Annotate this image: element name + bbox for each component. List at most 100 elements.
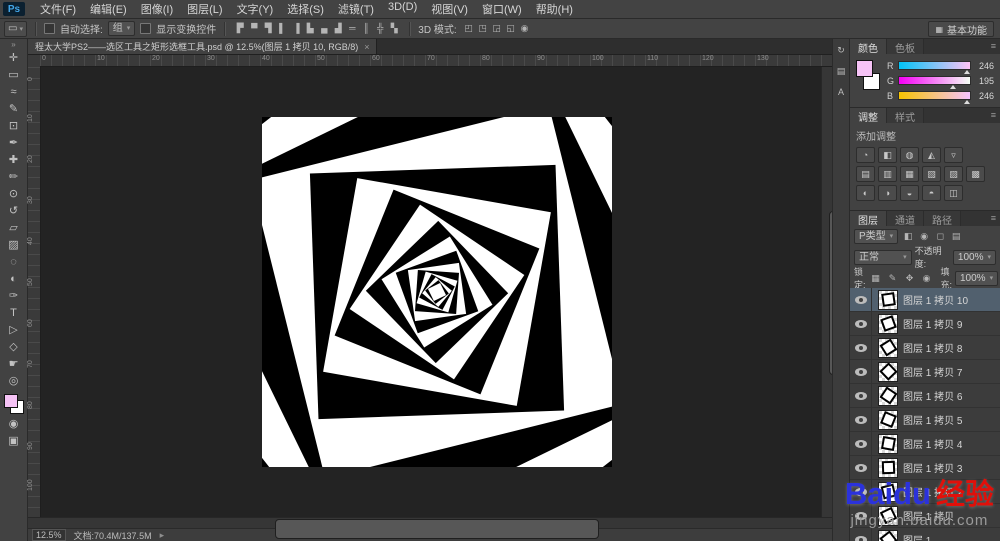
- menu-item[interactable]: 图像(I): [134, 1, 180, 17]
- align-button-icon[interactable]: ▀: [247, 21, 261, 36]
- eye-icon[interactable]: [854, 295, 867, 304]
- fill-field[interactable]: 100% ▾: [955, 270, 999, 286]
- visibility-cell[interactable]: [850, 336, 872, 359]
- layer-row[interactable]: 图层 1 拷贝 6: [850, 384, 1000, 408]
- tab-adjustments[interactable]: 调整: [850, 108, 887, 124]
- dodge-tool[interactable]: ◐: [0, 271, 27, 288]
- layer-filter-icon[interactable]: ▤: [949, 229, 963, 244]
- panel-menu-icon[interactable]: ≡: [991, 110, 996, 120]
- visibility-cell[interactable]: [850, 360, 872, 383]
- channel-slider[interactable]: [898, 61, 971, 74]
- layer-thumbnail[interactable]: [878, 433, 898, 454]
- visibility-cell[interactable]: [850, 528, 872, 541]
- align-button-icon[interactable]: ╬: [373, 21, 387, 36]
- adjustment-icon[interactable]: ◑: [878, 185, 897, 201]
- lasso-tool[interactable]: ≈: [0, 84, 27, 101]
- quick-mask-button[interactable]: ◉: [0, 416, 27, 433]
- eye-icon[interactable]: [854, 367, 867, 376]
- adjustment-icon[interactable]: ◫: [944, 185, 963, 201]
- layer-thumbnail[interactable]: [878, 457, 898, 478]
- eye-icon[interactable]: [854, 319, 867, 328]
- eye-icon[interactable]: [854, 439, 867, 448]
- layer-thumbnail[interactable]: [878, 289, 898, 310]
- clone-stamp-tool[interactable]: ⊙: [0, 186, 27, 203]
- tool-preset-picker[interactable]: ▭ ▾: [4, 20, 27, 37]
- zoom-level-field[interactable]: 12.5%: [32, 529, 66, 541]
- tab-paths[interactable]: 路径: [924, 211, 961, 227]
- menu-item[interactable]: 3D(D): [381, 1, 424, 17]
- tab-styles[interactable]: 样式: [887, 108, 924, 124]
- layer-row[interactable]: 图层 1 拷贝 7: [850, 360, 1000, 384]
- mode-button-icon[interactable]: ◳: [476, 21, 490, 36]
- panel-menu-icon[interactable]: ≡: [991, 213, 996, 223]
- status-arrow-icon[interactable]: ▸: [160, 530, 165, 541]
- collapsed-properties-panel-icon[interactable]: ▤: [837, 66, 846, 77]
- layer-thumbnail[interactable]: [878, 385, 898, 406]
- layer-row[interactable]: 图层 1 拷贝 9: [850, 312, 1000, 336]
- move-tool[interactable]: ✛: [0, 50, 27, 67]
- visibility-cell[interactable]: [850, 432, 872, 455]
- align-button-icon[interactable]: ▄: [317, 21, 331, 36]
- hand-tool[interactable]: ☛: [0, 356, 27, 373]
- crop-tool[interactable]: ⊡: [0, 118, 27, 135]
- filter-kind-dropdown[interactable]: P类型 ▾: [854, 228, 899, 244]
- artboard[interactable]: [41, 67, 832, 517]
- layer-thumbnail[interactable]: [878, 361, 898, 382]
- opacity-field[interactable]: 100% ▾: [952, 249, 996, 265]
- foreground-color-swatch[interactable]: [856, 60, 873, 77]
- mode-button-icon[interactable]: ◲: [490, 21, 504, 36]
- adjustment-icon[interactable]: ◧: [878, 147, 897, 163]
- zoom-tool[interactable]: ◎: [0, 373, 27, 390]
- tab-color[interactable]: 颜色: [850, 39, 887, 55]
- marquee-tool[interactable]: ▭: [0, 67, 27, 84]
- layer-thumbnail[interactable]: [878, 409, 898, 430]
- vertical-scrollbar[interactable]: [821, 67, 832, 517]
- menu-item[interactable]: 选择(S): [280, 1, 331, 17]
- layer-row[interactable]: 图层 1: [850, 528, 1000, 541]
- workspace-switcher-button[interactable]: ▦ 基本功能: [928, 21, 994, 37]
- menu-item[interactable]: 编辑(E): [83, 1, 134, 17]
- show-transform-checkbox[interactable]: [140, 23, 152, 34]
- foreground-color-swatch[interactable]: [3, 394, 18, 408]
- close-tab-icon[interactable]: ×: [364, 42, 369, 52]
- adjustment-icon[interactable]: ◍: [900, 147, 919, 163]
- collapsed-history-panel-icon[interactable]: ↻: [837, 45, 845, 56]
- horizontal-scrollbar[interactable]: [28, 517, 832, 539]
- color-panel-swatches[interactable]: [856, 60, 880, 90]
- adjustment-icon[interactable]: ▧: [922, 166, 941, 182]
- layer-row[interactable]: 图层 1 拷贝 10: [850, 288, 1000, 312]
- visibility-cell[interactable]: [850, 384, 872, 407]
- layer-filter-icon[interactable]: ◻: [933, 229, 947, 244]
- adjustment-icon[interactable]: ◭: [922, 147, 941, 163]
- align-button-icon[interactable]: ▟: [331, 21, 345, 36]
- layer-filter-icon[interactable]: ◧: [901, 229, 915, 244]
- menu-item[interactable]: 文字(Y): [230, 1, 281, 17]
- healing-brush-tool[interactable]: ✚: [0, 152, 27, 169]
- path-select-tool[interactable]: ▷: [0, 322, 27, 339]
- mode-button-icon[interactable]: ◉: [518, 21, 532, 36]
- align-button-icon[interactable]: ═: [345, 21, 359, 36]
- channel-slider[interactable]: [898, 91, 971, 104]
- lock-icon[interactable]: ✥: [903, 271, 917, 286]
- align-button-icon[interactable]: ▜: [261, 21, 275, 36]
- menu-item[interactable]: 窗口(W): [475, 1, 529, 17]
- gradient-tool[interactable]: ▨: [0, 237, 27, 254]
- canvas-viewport[interactable]: [41, 67, 832, 517]
- auto-select-dropdown[interactable]: 组 ▾: [107, 21, 136, 36]
- menu-item[interactable]: 文件(F): [33, 1, 83, 17]
- visibility-cell[interactable]: [850, 408, 872, 431]
- history-brush-tool[interactable]: ↺: [0, 203, 27, 220]
- screen-mode-button[interactable]: ▣: [0, 433, 27, 450]
- adjustment-icon[interactable]: ◐: [856, 185, 875, 201]
- shape-tool[interactable]: ◇: [0, 339, 27, 356]
- pen-tool[interactable]: ✑: [0, 288, 27, 305]
- align-button-icon[interactable]: ▛: [233, 21, 247, 36]
- channel-value[interactable]: 195: [975, 76, 994, 86]
- slider-thumb-icon[interactable]: [949, 85, 956, 89]
- eraser-tool[interactable]: ▱: [0, 220, 27, 237]
- align-button-icon[interactable]: ▌: [275, 21, 289, 36]
- panel-menu-icon[interactable]: ≡: [991, 41, 996, 51]
- tab-layers[interactable]: 图层: [850, 211, 887, 227]
- layer-row[interactable]: 图层 1 拷贝 4: [850, 432, 1000, 456]
- eye-icon[interactable]: [854, 463, 867, 472]
